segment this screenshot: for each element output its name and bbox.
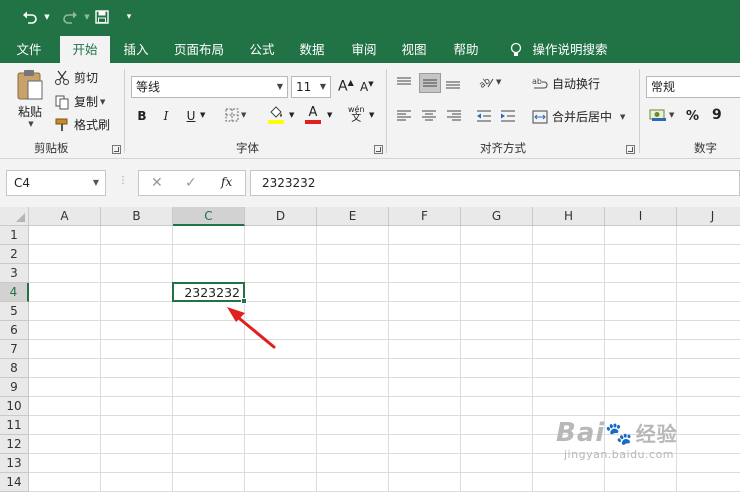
- paw-icon: 🐾: [605, 422, 634, 447]
- watermark-brand2: 经验: [635, 422, 678, 446]
- watermark-logo: Bai🐾 经验 jingyan.baidu.com: [556, 418, 678, 461]
- watermark-brand: Bai: [556, 418, 606, 448]
- watermark-url: jingyan.baidu.com: [564, 448, 675, 461]
